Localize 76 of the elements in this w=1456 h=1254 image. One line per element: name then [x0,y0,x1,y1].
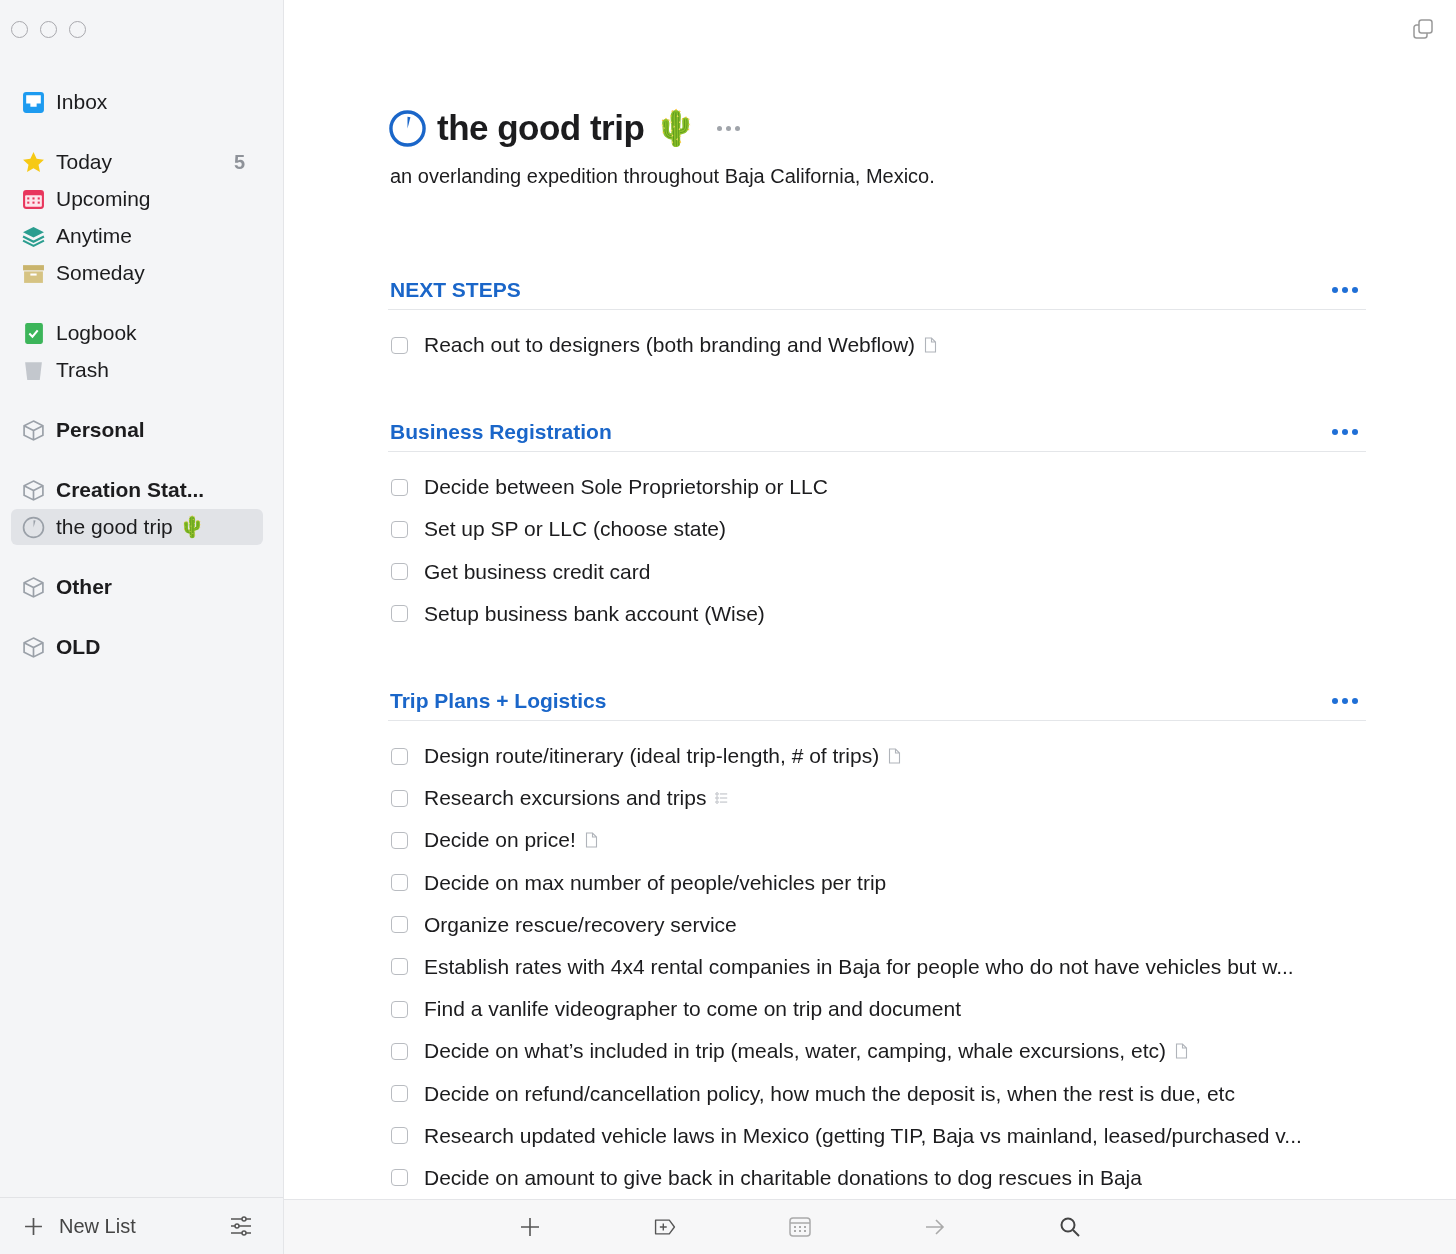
sidebar-item[interactable]: Upcoming [11,181,263,217]
task-checkbox[interactable] [391,520,408,538]
task-title[interactable]: Get business credit card [424,559,651,584]
section-heading[interactable]: Trip Plans + Logistics [390,688,607,713]
cube-icon [22,575,45,599]
task-title[interactable]: Research excursions and trips [424,786,707,811]
more-options-icon[interactable] [717,126,741,131]
more-options-icon[interactable] [1332,429,1358,436]
task-checkbox[interactable] [391,478,408,496]
task-checkbox[interactable] [391,747,408,765]
sidebar-item[interactable]: Someday [11,255,263,291]
sidebar-item[interactable]: the good trip 🌵 [11,509,263,545]
task-checkbox[interactable] [391,1127,408,1145]
task-title[interactable]: Decide on refund/cancellation policy, how much the deposit is, when the rest is due, etc [424,1081,1235,1106]
plus-icon [24,1216,43,1236]
new-list-button[interactable]: New List [24,1214,136,1238]
more-options-icon[interactable] [1332,287,1358,293]
task-title[interactable]: Find a vanlife videographer to come on trip and document [424,997,961,1022]
task-title[interactable]: Set up SP or LLC (choose state) [424,517,726,542]
task-title[interactable]: Organize rescue/recovery service [424,912,737,937]
sidebar-item[interactable]: Anytime [11,218,263,254]
checklist-icon [715,790,729,807]
task-title[interactable]: Decide on amount to give back in charitable donations to dog rescues in Baja [424,1165,1142,1190]
task-checkbox[interactable] [391,831,408,849]
sidebar-item[interactable]: Today 5 [11,144,263,180]
task-checkbox[interactable] [391,789,408,807]
progress-circle-icon [388,109,427,148]
project-title[interactable]: the good trip 🌵 [437,108,698,149]
note-icon [924,337,938,354]
task-checkbox[interactable] [391,1169,408,1187]
task-title[interactable]: Research updated vehicle laws in Mexico (getting TIP, Baja vs mainland, leased/purchased v... [424,1123,1302,1148]
task-title[interactable]: Establish rates with 4x4 rental companies in Baja for people who do not have vehicles but w... [424,954,1294,979]
logbook-icon [22,321,45,345]
sidebar-item[interactable]: Logbook [11,315,263,351]
sidebar-item[interactable]: Inbox [11,84,263,120]
task-title[interactable]: Reach out to designers (both branding and Webflow) [424,333,916,358]
calendar-icon [22,187,45,211]
task-checkbox[interactable] [391,563,408,581]
task-checkbox[interactable] [391,1000,408,1018]
task-checkbox[interactable] [391,874,408,892]
new-window-icon[interactable] [1412,18,1434,40]
note-icon [888,748,902,765]
search-icon[interactable] [1058,1215,1082,1239]
note-icon [1174,1043,1188,1060]
project-notes[interactable]: an overlanding expedition throughout Baja California, Mexico. [390,165,1366,188]
task-title[interactable]: Setup business bank account (Wise) [424,601,765,626]
sidebar-item[interactable]: Personal [11,412,263,448]
cube-icon [22,478,45,502]
layers-icon [22,224,45,248]
cube-icon [22,635,45,659]
task-title[interactable]: Decide on max number of people/vehicles per trip [424,870,887,895]
sidebar-item[interactable]: Other [11,569,263,605]
task-title[interactable]: Decide on price! [424,828,576,853]
star-icon [22,150,45,174]
plus-icon[interactable] [518,1215,542,1239]
cube-icon [22,418,45,442]
task-checkbox[interactable] [391,916,408,934]
section-heading[interactable]: NEXT STEPS [390,278,521,302]
task-checkbox[interactable] [391,1042,408,1060]
note-icon [584,832,598,849]
sidebar-item[interactable]: Trash [11,352,263,388]
task-title[interactable]: Decide between Sole Proprietorship or LLC [424,475,828,500]
section-heading[interactable]: Business Registration [390,420,612,445]
calendar-icon[interactable] [788,1215,812,1239]
task-checkbox[interactable] [391,958,408,976]
task-title[interactable]: Decide on what’s included in trip (meals, water, camping, whale excursions, etc) [424,1039,1166,1064]
task-checkbox[interactable] [391,1085,408,1103]
inbox-icon [22,90,45,114]
task-checkbox[interactable] [391,336,408,354]
task-title[interactable]: Design route/itinerary (ideal trip-length, # of trips) [424,744,880,769]
settings-sliders-icon[interactable] [229,1214,253,1238]
task-checkbox[interactable] [391,605,408,623]
sidebar-item[interactable]: OLD [11,629,263,665]
progress-circle-icon [22,515,45,539]
more-options-icon[interactable] [1332,697,1358,704]
sidebar-item[interactable]: Creation Stat... [11,472,263,508]
